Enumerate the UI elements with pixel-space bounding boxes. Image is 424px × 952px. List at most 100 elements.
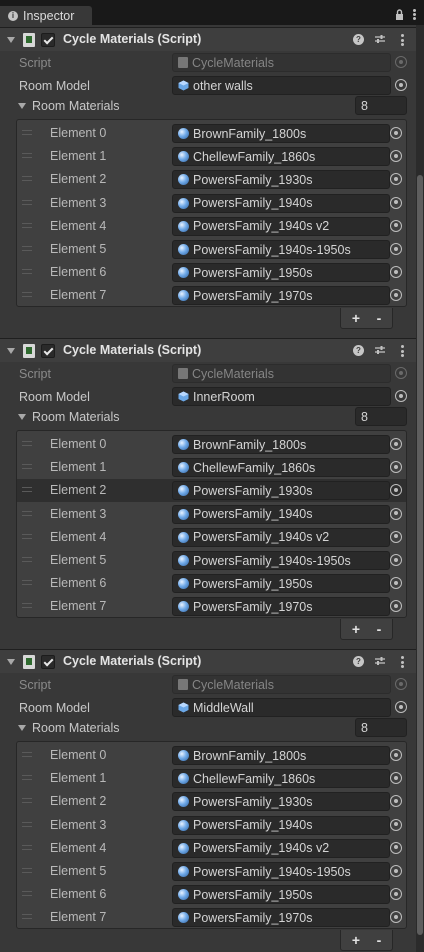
component-enabled-checkbox[interactable] — [41, 344, 55, 358]
object-picker-icon[interactable] — [390, 150, 402, 163]
add-element-button[interactable]: + — [348, 310, 364, 326]
material-field[interactable]: PowersFamily_1940s — [172, 504, 390, 524]
object-picker-icon[interactable] — [390, 530, 402, 543]
component-header[interactable]: Cycle Materials (Script)? — [0, 338, 416, 362]
list-element-row[interactable]: Element 0 BrownFamily_1800s — [17, 744, 406, 767]
object-picker-icon[interactable] — [390, 173, 402, 186]
component-header[interactable]: Cycle Materials (Script)? — [0, 27, 416, 51]
add-element-button[interactable]: + — [348, 932, 364, 948]
drag-handle-icon[interactable] — [22, 868, 32, 873]
list-element-row[interactable]: Element 7 PowersFamily_1970s — [17, 906, 406, 929]
material-field[interactable]: PowersFamily_1950s — [172, 263, 390, 283]
object-picker-icon[interactable] — [395, 79, 407, 91]
list-element-row[interactable]: Element 2 PowersFamily_1930s — [17, 168, 406, 191]
drag-handle-icon[interactable] — [22, 199, 32, 205]
component-fold-icon[interactable] — [7, 659, 15, 665]
list-element-row[interactable]: Element 6 PowersFamily_1950s — [17, 883, 406, 906]
material-field[interactable]: PowersFamily_1940s v2 — [172, 838, 390, 858]
material-field[interactable]: PowersFamily_1930s — [172, 170, 390, 190]
help-icon[interactable]: ? — [353, 656, 364, 667]
object-picker-icon[interactable] — [390, 600, 402, 613]
material-field[interactable]: PowersFamily_1940s v2 — [172, 527, 390, 547]
component-menu-icon[interactable] — [400, 656, 404, 668]
object-picker-icon[interactable] — [390, 243, 402, 255]
material-field[interactable]: PowersFamily_1930s — [172, 481, 390, 501]
drag-handle-icon[interactable] — [22, 557, 32, 562]
drag-handle-icon[interactable] — [22, 821, 32, 827]
list-element-row[interactable]: Element 6 PowersFamily_1950s — [17, 261, 406, 284]
object-picker-icon[interactable] — [395, 390, 407, 402]
material-field[interactable]: PowersFamily_1940s v2 — [172, 216, 390, 236]
drag-handle-icon[interactable] — [22, 130, 32, 135]
material-field[interactable]: BrownFamily_1800s — [172, 124, 390, 143]
object-picker-icon[interactable] — [390, 818, 402, 831]
object-picker-icon[interactable] — [390, 795, 402, 808]
drag-handle-icon[interactable] — [22, 176, 32, 182]
scrollbar-thumb[interactable] — [417, 175, 423, 935]
list-element-row[interactable]: Element 1 ChellewFamily_1860s — [17, 767, 406, 790]
component-enabled-checkbox[interactable] — [41, 655, 55, 669]
list-element-row[interactable]: Element 3 PowersFamily_1940s — [17, 503, 406, 526]
drag-handle-icon[interactable] — [22, 153, 32, 159]
room-materials-label[interactable]: Room Materials — [32, 410, 120, 424]
list-element-row[interactable]: Element 6 PowersFamily_1950s — [17, 572, 406, 595]
list-element-row[interactable]: Element 3 PowersFamily_1940s — [17, 814, 406, 837]
object-picker-icon[interactable] — [395, 701, 407, 713]
object-picker-icon[interactable] — [390, 461, 402, 474]
list-element-row[interactable]: Element 7 PowersFamily_1970s — [17, 595, 406, 618]
list-element-row[interactable]: Element 2 PowersFamily_1930s — [17, 479, 406, 503]
room-model-field[interactable]: other walls — [172, 76, 391, 95]
list-element-row[interactable]: Element 5 PowersFamily_1940s-1950s — [17, 860, 406, 883]
object-picker-icon[interactable] — [390, 772, 402, 785]
material-field[interactable]: PowersFamily_1940s-1950s — [172, 551, 390, 570]
component-enabled-checkbox[interactable] — [41, 33, 55, 47]
drag-handle-icon[interactable] — [22, 752, 32, 757]
list-fold-icon[interactable] — [18, 725, 26, 731]
material-field[interactable]: PowersFamily_1970s — [172, 597, 390, 617]
material-field[interactable]: PowersFamily_1970s — [172, 286, 390, 306]
drag-handle-icon[interactable] — [22, 246, 32, 251]
component-fold-icon[interactable] — [7, 348, 15, 354]
room-materials-label[interactable]: Room Materials — [32, 721, 120, 735]
list-element-row[interactable]: Element 5 PowersFamily_1940s-1950s — [17, 549, 406, 572]
object-picker-icon[interactable] — [390, 196, 402, 209]
room-model-field[interactable]: InnerRoom — [172, 387, 391, 406]
remove-element-button[interactable]: - — [371, 621, 387, 637]
list-element-row[interactable]: Element 0 BrownFamily_1800s — [17, 122, 406, 145]
list-element-row[interactable]: Element 0 BrownFamily_1800s — [17, 433, 406, 456]
list-element-row[interactable]: Element 4 PowersFamily_1940s v2 — [17, 837, 406, 860]
list-element-row[interactable]: Element 1 ChellewFamily_1860s — [17, 145, 406, 168]
object-picker-icon[interactable] — [390, 219, 402, 232]
add-element-button[interactable]: + — [348, 621, 364, 637]
material-field[interactable]: PowersFamily_1930s — [172, 792, 390, 812]
object-picker-icon[interactable] — [390, 484, 402, 497]
drag-handle-icon[interactable] — [22, 775, 32, 781]
object-picker-icon[interactable] — [390, 888, 402, 901]
material-field[interactable]: BrownFamily_1800s — [172, 746, 390, 765]
object-picker-icon[interactable] — [390, 507, 402, 520]
object-picker-icon[interactable] — [390, 554, 402, 566]
material-field[interactable]: PowersFamily_1940s — [172, 193, 390, 213]
material-field[interactable]: ChellewFamily_1860s — [172, 458, 390, 478]
remove-element-button[interactable]: - — [371, 310, 387, 326]
object-picker-icon[interactable] — [390, 841, 402, 854]
component-header[interactable]: Cycle Materials (Script)? — [0, 649, 416, 673]
list-element-row[interactable]: Element 4 PowersFamily_1940s v2 — [17, 526, 406, 549]
drag-handle-icon[interactable] — [22, 603, 32, 609]
drag-handle-icon[interactable] — [22, 510, 32, 516]
component-menu-icon[interactable] — [400, 345, 404, 357]
list-element-row[interactable]: Element 5 PowersFamily_1940s-1950s — [17, 238, 406, 261]
material-field[interactable]: PowersFamily_1950s — [172, 574, 390, 594]
lock-icon[interactable] — [395, 9, 404, 20]
object-picker-icon[interactable] — [390, 911, 402, 924]
material-field[interactable]: PowersFamily_1950s — [172, 885, 390, 905]
material-field[interactable]: BrownFamily_1800s — [172, 435, 390, 454]
component-fold-icon[interactable] — [7, 37, 15, 43]
component-menu-icon[interactable] — [400, 34, 404, 46]
object-picker-icon[interactable] — [390, 289, 402, 302]
drag-handle-icon[interactable] — [22, 533, 32, 539]
drag-handle-icon[interactable] — [22, 914, 32, 920]
room-materials-label[interactable]: Room Materials — [32, 99, 120, 113]
help-icon[interactable]: ? — [353, 34, 364, 45]
room-model-field[interactable]: MiddleWall — [172, 698, 391, 717]
